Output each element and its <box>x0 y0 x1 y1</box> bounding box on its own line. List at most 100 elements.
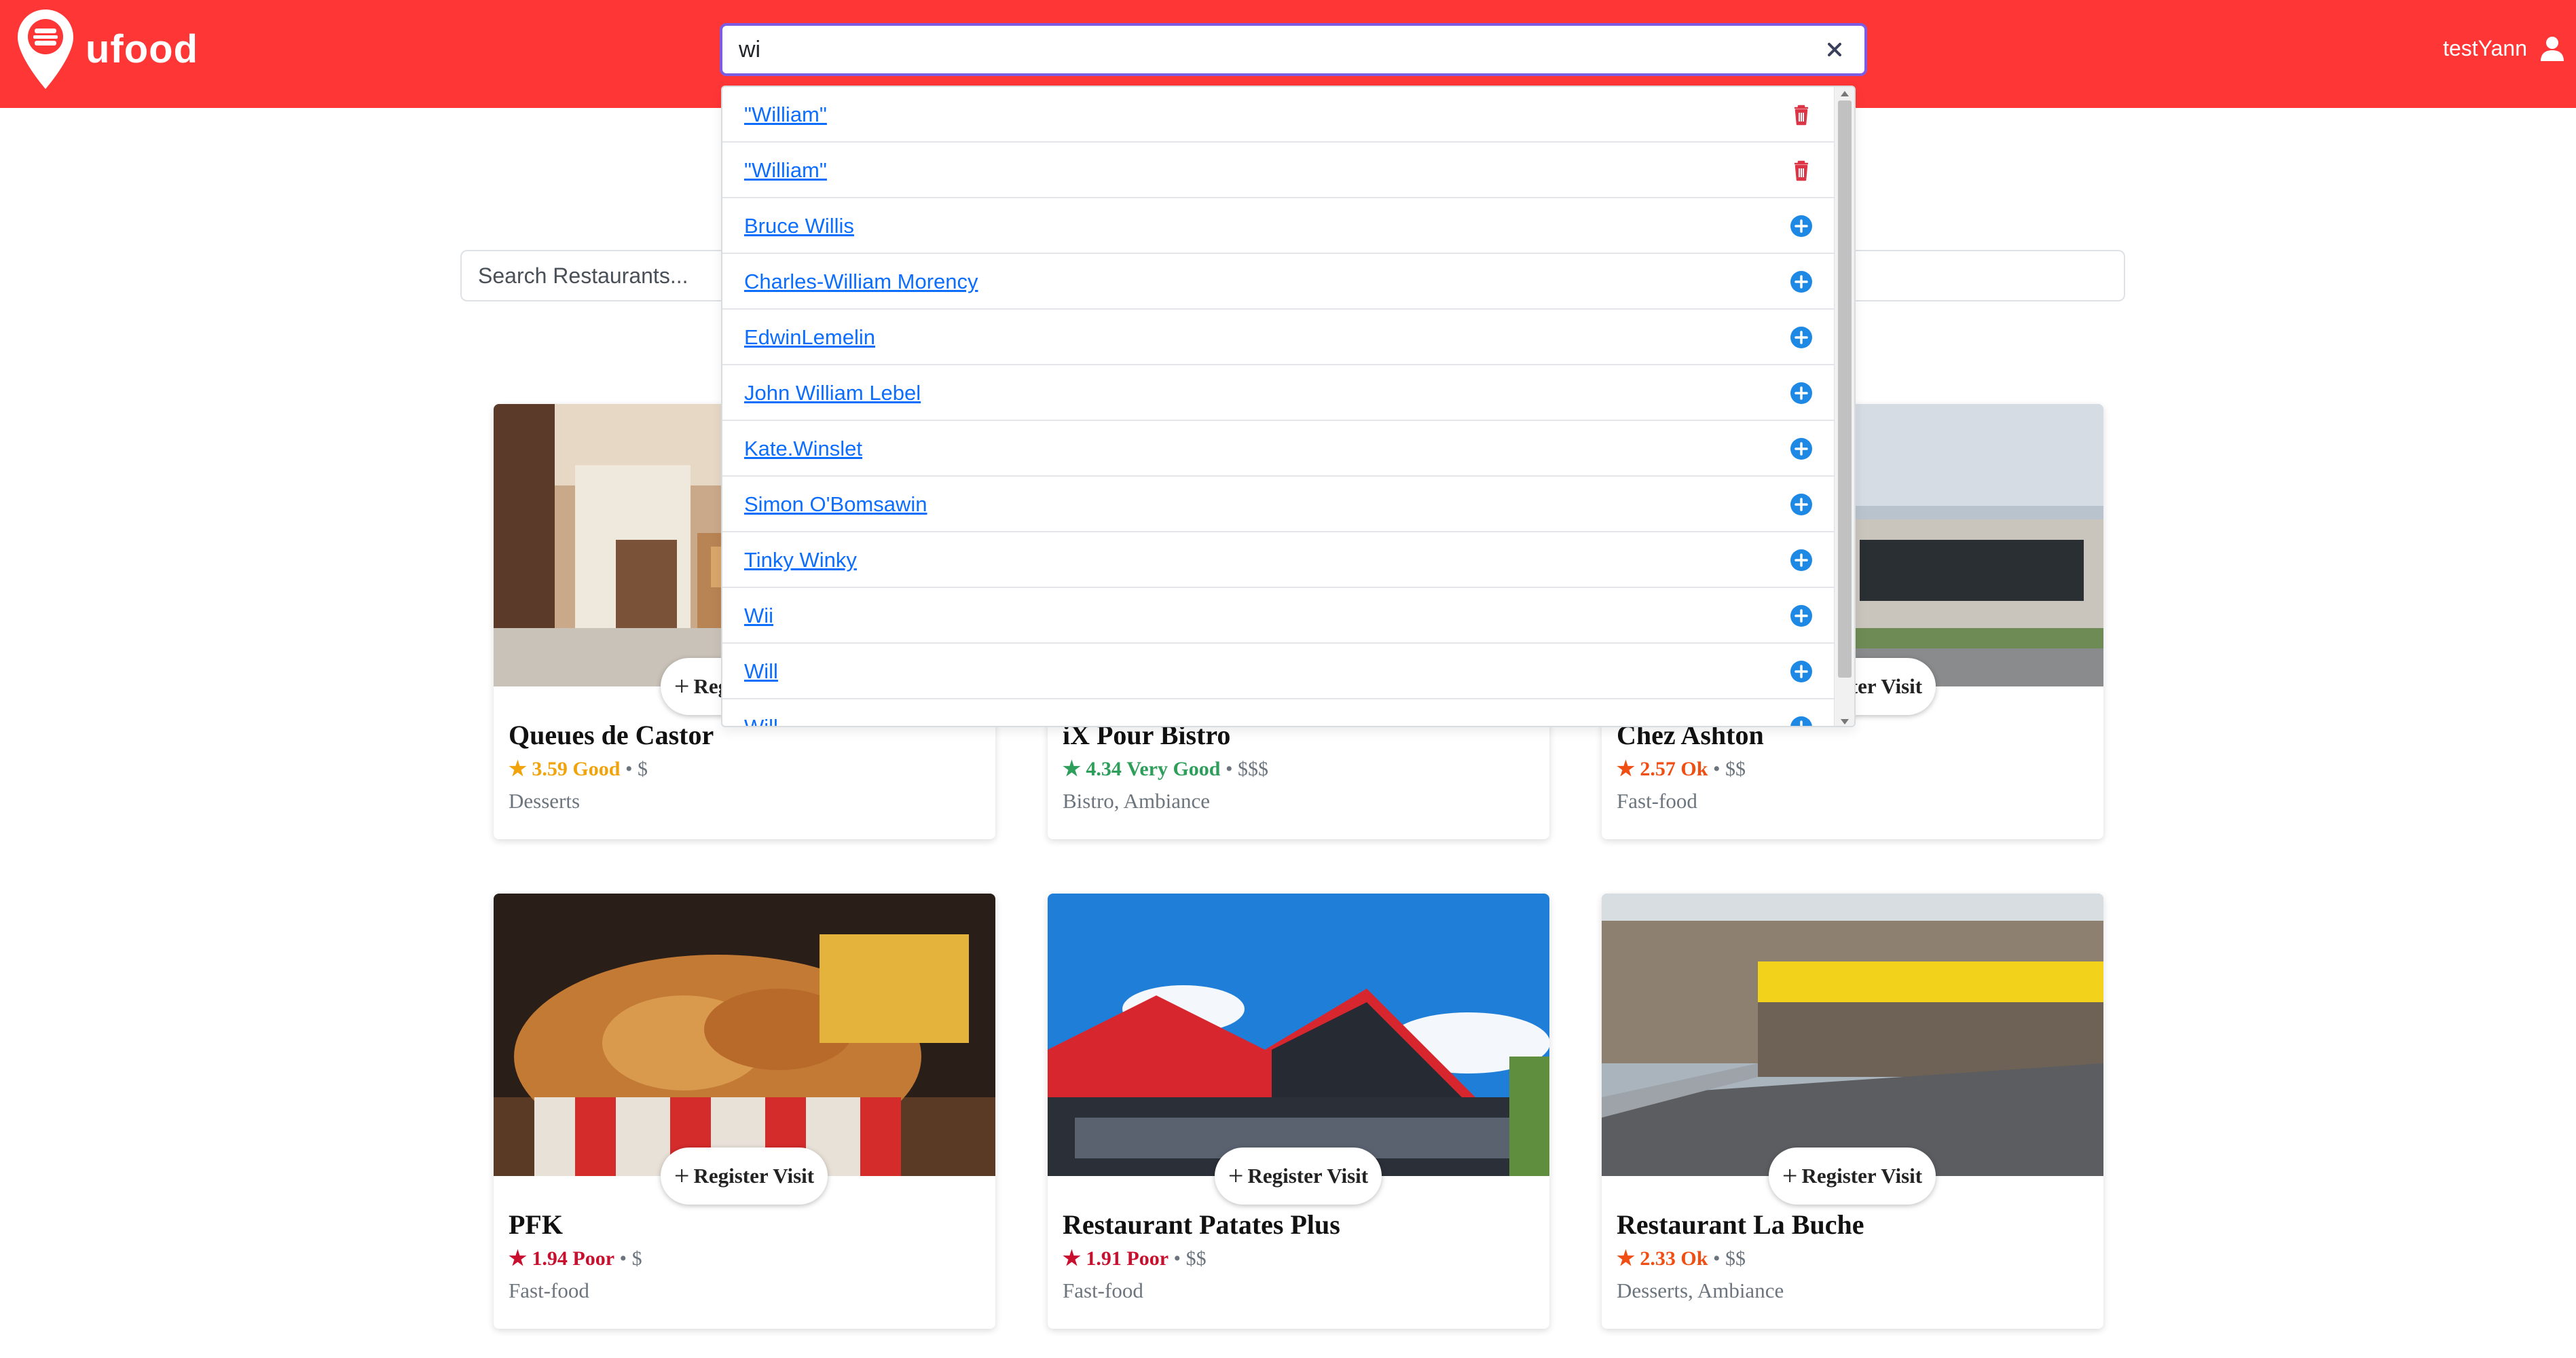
restaurant-name[interactable]: Queues de Castor <box>509 719 714 751</box>
price-range: $$$ <box>1237 758 1268 780</box>
rating-score: 1.94 <box>532 1247 568 1270</box>
restaurant-rating: ★ 4.34 Very Good • $$$ <box>1063 757 1268 781</box>
user-link[interactable]: "William" <box>744 103 827 127</box>
list-item: Will <box>722 644 1836 699</box>
scroll-up-arrow-icon[interactable] <box>1841 91 1849 96</box>
user-icon <box>2541 37 2564 61</box>
star-icon: ★ <box>509 1247 527 1270</box>
register-visit-button[interactable]: +Register Visit <box>661 1148 828 1205</box>
restaurant-name[interactable]: Restaurant Patates Plus <box>1063 1209 1340 1241</box>
restaurant-tags: Fast-food <box>509 1279 589 1302</box>
plus-icon: + <box>1782 1160 1798 1191</box>
restaurant-rating: ★ 1.91 Poor • $$ <box>1063 1247 1207 1270</box>
list-item: "William" <box>722 143 1836 198</box>
register-visit-button[interactable]: +Register Visit <box>1769 1148 1936 1205</box>
rating-score: 4.34 <box>1086 758 1122 780</box>
rating-quality: Poor <box>572 1247 615 1270</box>
plus-icon: + <box>674 1160 690 1191</box>
restaurant-name[interactable]: Restaurant La Buche <box>1617 1209 1864 1241</box>
restaurant-photo <box>1602 894 2103 1176</box>
plus-circle-icon[interactable] <box>1788 213 1814 239</box>
separator-dot: • <box>1225 758 1233 780</box>
rating-quality: Poor <box>1126 1247 1169 1270</box>
list-item: John William Lebel <box>722 365 1836 421</box>
results-list: "William" "William" Bruce Willis Charles… <box>722 87 1836 727</box>
user-link[interactable]: Bruce Willis <box>744 214 854 238</box>
list-item: Simon O'Bomsawin <box>722 477 1836 532</box>
plus-circle-icon[interactable] <box>1788 603 1814 629</box>
restaurant-card[interactable]: + Register Visit PFK ★ 1.94 Poor • $ Fast… <box>494 894 995 1329</box>
restaurant-name[interactable]: PFK <box>509 1209 563 1241</box>
list-item: Bruce Willis <box>722 198 1836 254</box>
scroll-down-arrow-icon[interactable] <box>1841 719 1849 724</box>
rating-quality: Ok <box>1680 758 1708 780</box>
list-item: EdwinLemelin <box>722 310 1836 365</box>
restaurant-photo <box>494 894 995 1176</box>
logo-text: ufood <box>86 27 199 71</box>
register-visit-button[interactable]: +Register Visit <box>1215 1148 1382 1205</box>
user-link[interactable]: "William" <box>744 158 827 183</box>
list-item: Tinky Winky <box>722 532 1836 588</box>
plus-circle-icon[interactable] <box>1788 714 1814 727</box>
star-icon: ★ <box>1063 1247 1081 1270</box>
separator-dot: • <box>1173 1247 1181 1270</box>
trash-icon[interactable] <box>1788 102 1814 128</box>
rating-quality: Very Good <box>1126 758 1221 780</box>
user-link[interactable]: EdwinLemelin <box>744 325 875 350</box>
plus-circle-icon[interactable] <box>1788 547 1814 573</box>
star-icon: ★ <box>509 758 527 780</box>
star-icon: ★ <box>1617 758 1635 780</box>
separator-dot: • <box>625 758 633 780</box>
user-search-box[interactable] <box>720 23 1867 76</box>
price-range: $$ <box>1725 1247 1746 1270</box>
user-link[interactable]: John William Lebel <box>744 381 921 405</box>
user-search-input[interactable] <box>739 26 1791 73</box>
plus-circle-icon[interactable] <box>1788 380 1814 406</box>
user-link[interactable]: Tinky Winky <box>744 548 857 572</box>
rating-score: 2.57 <box>1640 758 1676 780</box>
ufood-logo[interactable]: ufood <box>16 8 198 90</box>
rating-score: 1.91 <box>1086 1247 1122 1270</box>
price-range: $ <box>631 1247 642 1270</box>
list-item: Will <box>722 699 1836 727</box>
user-link[interactable]: Kate.Winslet <box>744 437 862 461</box>
restaurant-photo <box>1048 894 1549 1176</box>
restaurant-rating: ★ 2.33 Ok • $$ <box>1617 1247 1746 1270</box>
restaurant-tags: Fast-food <box>1063 1279 1143 1302</box>
close-icon[interactable] <box>1822 37 1847 62</box>
list-item: "William" <box>722 87 1836 143</box>
location-pin-logo-icon <box>18 10 73 89</box>
user-link[interactable]: Wii <box>744 604 773 628</box>
list-item: Charles-William Morency <box>722 254 1836 310</box>
scrollbar-thumb[interactable] <box>1838 100 1852 678</box>
user-menu[interactable]: testYann <box>2443 34 2566 62</box>
plus-circle-icon[interactable] <box>1788 436 1814 462</box>
restaurant-card[interactable]: + Register Visit Restaurant Patates Plus … <box>1048 894 1549 1329</box>
user-search-results: "William" "William" Bruce Willis Charles… <box>721 86 1856 727</box>
plus-circle-icon[interactable] <box>1788 269 1814 295</box>
list-item: Wii <box>722 588 1836 644</box>
price-range: $$ <box>1725 758 1746 780</box>
user-link[interactable]: Charles-William Morency <box>744 270 978 294</box>
restaurant-tags: Desserts <box>509 789 581 813</box>
plus-icon: + <box>674 671 690 701</box>
restaurant-tags: Bistro, Ambiance <box>1063 789 1210 813</box>
restaurant-rating: ★ 2.57 Ok • $$ <box>1617 757 1746 781</box>
plus-circle-icon[interactable] <box>1788 492 1814 517</box>
trash-icon[interactable] <box>1788 158 1814 183</box>
star-icon: ★ <box>1063 758 1081 780</box>
restaurant-card[interactable]: + Register Visit Restaurant La Buche ★ 2.… <box>1602 894 2103 1329</box>
restaurant-tags: Fast-food <box>1617 789 1697 813</box>
user-link[interactable]: Will <box>744 659 778 684</box>
rating-score: 2.33 <box>1640 1247 1676 1270</box>
restaurant-rating: ★ 3.59 Good • $ <box>509 757 648 781</box>
user-link[interactable]: Will <box>744 715 778 726</box>
rating-quality: Ok <box>1680 1247 1708 1270</box>
plus-icon: + <box>1228 1160 1244 1191</box>
separator-dot: • <box>1712 758 1721 780</box>
list-item: Kate.Winslet <box>722 421 1836 477</box>
plus-circle-icon[interactable] <box>1788 325 1814 350</box>
user-link[interactable]: Simon O'Bomsawin <box>744 492 927 517</box>
dropdown-scrollbar[interactable] <box>1834 87 1854 726</box>
plus-circle-icon[interactable] <box>1788 659 1814 684</box>
